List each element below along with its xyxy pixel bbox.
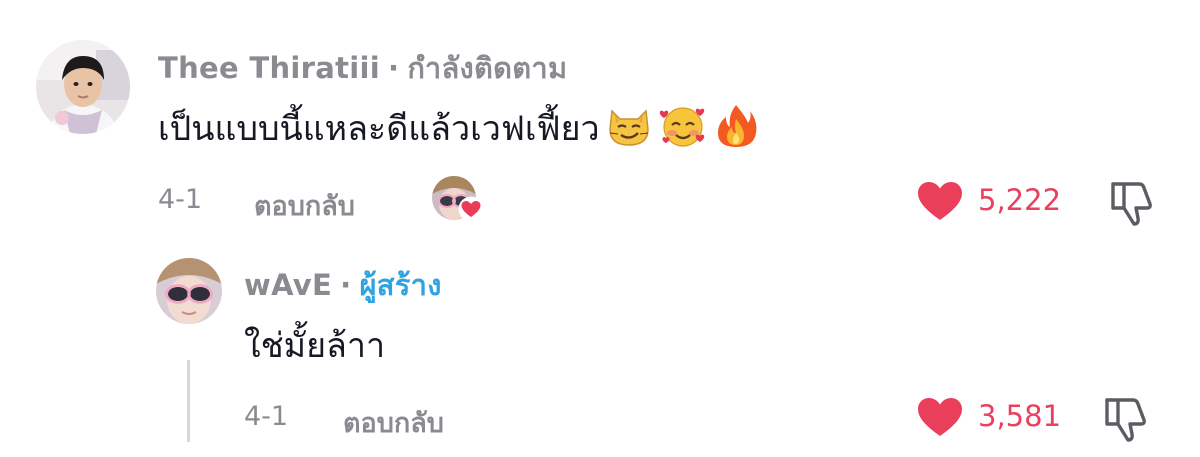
reply-button[interactable]: ตอบกลับ bbox=[254, 184, 355, 227]
comment-text: เป็นแบบนี้แหละดีแล้วเวฟเฟี้ยว bbox=[158, 101, 758, 158]
commenter-header: Thee Thiratiii · กำลังติดตาม bbox=[158, 45, 567, 91]
name-separator: · bbox=[340, 268, 352, 302]
creator-avatar[interactable] bbox=[156, 258, 222, 324]
reply-date: 4-1 bbox=[244, 401, 289, 432]
following-badge: กำลังติดตาม bbox=[407, 51, 568, 85]
smirk-cat-icon bbox=[606, 105, 652, 156]
fire-icon bbox=[714, 103, 758, 158]
commenter-avatar[interactable] bbox=[36, 40, 130, 134]
creator-liked-heart-icon bbox=[458, 196, 484, 226]
commenter-username[interactable]: Thee Thiratiii bbox=[158, 51, 380, 85]
dislike-button[interactable] bbox=[1106, 178, 1158, 226]
heart-icon bbox=[916, 396, 964, 442]
like-button[interactable]: 5,222 bbox=[916, 178, 1066, 224]
creator-username[interactable]: wAvE bbox=[244, 268, 332, 302]
comment-date: 4-1 bbox=[158, 184, 203, 215]
creator-badge: ผู้สร้าง bbox=[359, 268, 442, 302]
comment-body: เป็นแบบนี้แหละดีแล้วเวฟเฟี้ยว bbox=[158, 109, 600, 149]
reply-text: ใช่มั้ยล้าา bbox=[244, 326, 386, 366]
reply-like-count: 3,581 bbox=[978, 399, 1062, 433]
like-count: 5,222 bbox=[978, 183, 1062, 217]
reply-thread-line bbox=[187, 360, 190, 442]
reply-like-button[interactable]: 3,581 bbox=[916, 394, 1066, 440]
creator-liked-indicator bbox=[432, 176, 484, 224]
smiling-face-with-hearts-icon bbox=[658, 104, 708, 157]
thumbs-down-icon bbox=[1100, 398, 1152, 446]
heart-icon bbox=[916, 180, 964, 226]
creator-header: wAvE · ผู้สร้าง bbox=[244, 262, 442, 308]
reply-reply-button[interactable]: ตอบกลับ bbox=[343, 401, 444, 444]
thumbs-down-icon bbox=[1106, 182, 1158, 230]
reply-dislike-button[interactable] bbox=[1100, 394, 1152, 442]
name-separator: · bbox=[387, 51, 400, 85]
